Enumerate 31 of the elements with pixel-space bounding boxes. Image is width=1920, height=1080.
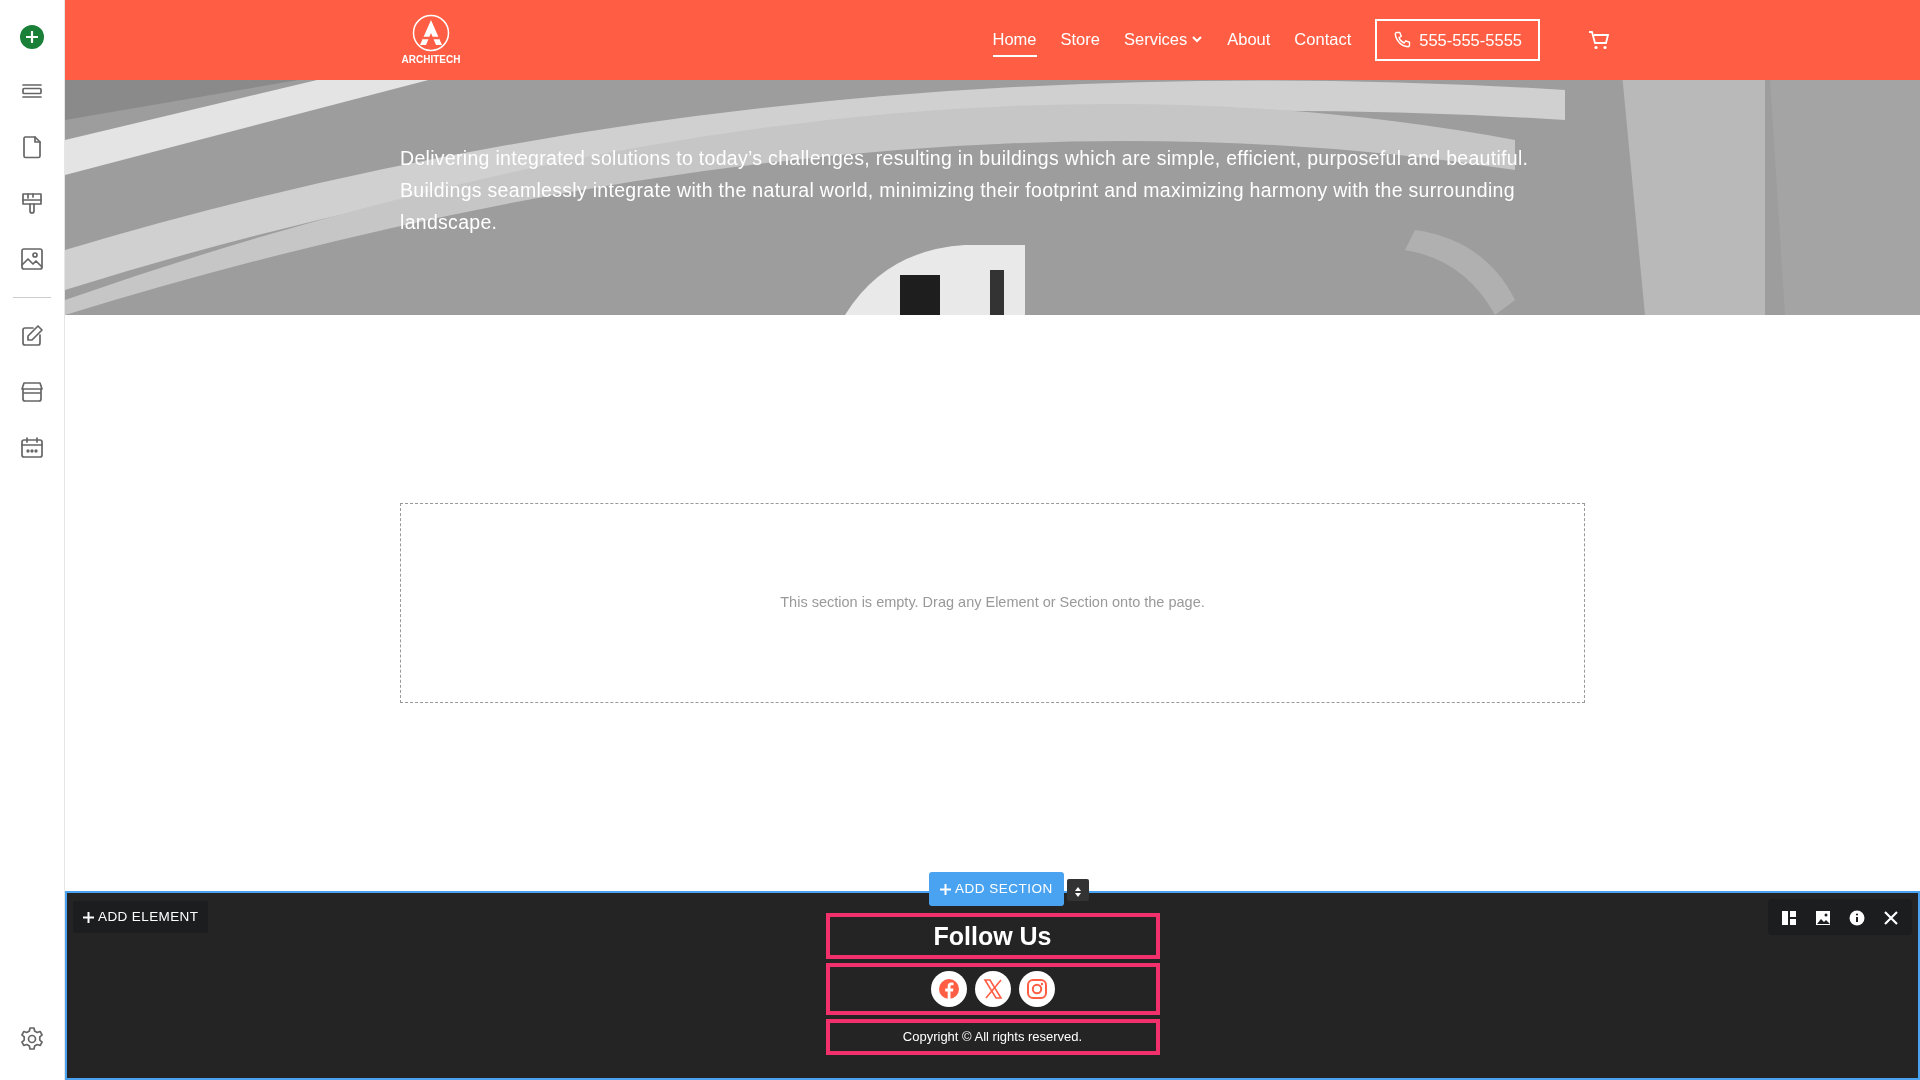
footer-heading: Follow Us	[932, 921, 1053, 952]
nav-link[interactable]: Home	[992, 22, 1037, 58]
add-section-button[interactable]: ADD SECTION	[929, 872, 1064, 907]
empty-message: This section is empty. Drag any Element or Section onto the page.	[780, 593, 1205, 613]
hero-text: Delivering integrated solutions to today’s challenges, resulting in buildings which are simple, efficient, purposeful and beautiful. Buildings seamlessly integrate with the natural world, minimizing their footprint and maximizing harmony with the surrounding landscape.	[400, 146, 1530, 235]
nav-link[interactable]: Store	[1060, 22, 1100, 58]
settings-icon[interactable]	[19, 1026, 45, 1052]
up-down-icon	[1074, 885, 1082, 898]
nav-link[interactable]: Services	[1123, 22, 1204, 58]
chevron-down-icon	[1191, 33, 1204, 45]
facebook-link[interactable]	[930, 971, 967, 1007]
cart-icon[interactable]	[1588, 30, 1610, 50]
paint-brush-icon[interactable]	[19, 190, 45, 216]
phone-button[interactable]: 555-555-5555	[1375, 18, 1540, 62]
logo-icon	[412, 13, 450, 52]
image-icon[interactable]	[19, 246, 45, 272]
add-element-button[interactable]: ADD ELEMENT	[73, 901, 209, 934]
phone-icon	[1393, 31, 1412, 49]
nav-link[interactable]: About	[1227, 22, 1271, 58]
calendar-icon[interactable]	[19, 435, 45, 461]
reorder-button[interactable]	[1067, 879, 1089, 901]
x-logo-link[interactable]	[974, 971, 1011, 1007]
edit-icon[interactable]	[19, 323, 45, 349]
copyright-text: Copyright © All rights reserved.	[901, 1028, 1084, 1046]
nav-link[interactable]: Contact	[1294, 22, 1352, 58]
instagram-link[interactable]	[1018, 971, 1055, 1007]
plus-icon	[83, 911, 94, 923]
logo-text: ARCHITECH	[401, 52, 461, 67]
store-icon[interactable]	[19, 379, 45, 405]
plus-icon	[940, 883, 951, 895]
add-icon[interactable]	[19, 24, 45, 50]
